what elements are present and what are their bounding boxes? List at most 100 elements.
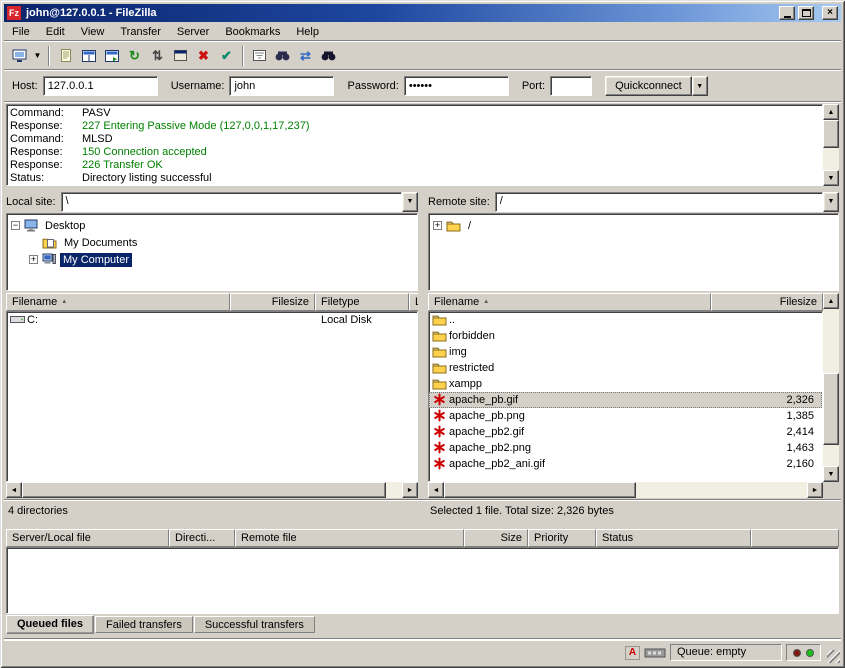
scroll-up-button[interactable]: ▲ [823, 293, 839, 309]
username-input[interactable] [229, 76, 334, 96]
scroll-up-button[interactable]: ▲ [823, 104, 839, 120]
scrollbar-thumb[interactable] [823, 373, 839, 445]
maximize-button[interactable] [798, 6, 814, 20]
expand-expander[interactable]: + [29, 255, 38, 264]
menu-server[interactable]: Server [169, 24, 217, 40]
quickconnect-dropdown-button[interactable]: ▼ [692, 76, 708, 96]
tab-queued-files[interactable]: Queued files [6, 615, 94, 634]
file-name: restricted [449, 362, 712, 374]
folder-icon [429, 313, 449, 328]
status-bar: A Queue: empty [4, 640, 841, 664]
remote-file-row[interactable]: apache_pb2.gif 2,414 [429, 424, 822, 440]
site-manager-dropdown-button[interactable]: ▼ [31, 45, 44, 67]
resize-grip[interactable] [827, 650, 840, 663]
scrollbar-thumb[interactable] [22, 482, 386, 498]
disconnect-button[interactable]: ✔ [215, 45, 238, 67]
column-header-filename[interactable]: Filename▲ [428, 293, 711, 311]
remote-list-scrollbar[interactable]: ▲ ▼ [823, 293, 839, 482]
tab-failed-transfers[interactable]: Failed transfers [95, 616, 193, 633]
scroll-left-button[interactable]: ◄ [6, 482, 22, 498]
minimize-button[interactable] [779, 6, 795, 20]
process-queue-button[interactable] [169, 45, 192, 67]
remote-file-row[interactable]: apache_pb.png 1,385 [429, 408, 822, 424]
menu-transfer[interactable]: Transfer [112, 24, 169, 40]
tree-item-root[interactable]: + / [431, 217, 836, 234]
cancel-icon: ✖ [198, 49, 209, 62]
local-file-row[interactable]: C: Local Disk [7, 312, 417, 328]
site-manager-button[interactable] [8, 45, 31, 67]
desktop-icon [24, 219, 38, 232]
log-scrollbar[interactable]: ▲ ▼ [823, 104, 839, 186]
port-input[interactable] [550, 76, 592, 96]
scrollbar-thumb[interactable] [444, 482, 636, 498]
filter-button[interactable] [248, 45, 271, 67]
toggle-local-tree-button[interactable] [77, 45, 100, 67]
find-files-button[interactable] [317, 45, 340, 67]
scroll-down-button[interactable]: ▼ [823, 170, 839, 186]
column-header-direction[interactable]: Directi... [169, 529, 235, 547]
transfer-queue-list[interactable] [6, 547, 839, 614]
message-log-text[interactable]: Command:PASV Response:227 Entering Passi… [6, 104, 823, 186]
toggle-message-log-button[interactable] [54, 45, 77, 67]
column-header-filesize[interactable]: Filesize [711, 293, 823, 311]
toggle-remote-tree-button[interactable] [100, 45, 123, 67]
menu-edit[interactable]: Edit [38, 24, 73, 40]
remote-file-row[interactable]: img [429, 344, 822, 360]
password-input[interactable] [404, 76, 509, 96]
column-header-priority[interactable]: Priority [528, 529, 596, 547]
local-site-dropdown-button[interactable]: ▼ [402, 192, 418, 212]
pane-splitter[interactable] [420, 190, 426, 522]
remote-file-row[interactable]: xampp [429, 376, 822, 392]
column-header-filesize[interactable]: Filesize [230, 293, 315, 311]
remote-site-combobox[interactable]: / ▼ [495, 192, 839, 212]
remote-file-list[interactable]: .. forbidden img restricted xampp apache… [428, 311, 823, 482]
menu-bookmarks[interactable]: Bookmarks [217, 24, 288, 40]
remote-site-value[interactable]: / [495, 192, 823, 212]
column-header-server-local-file[interactable]: Server/Local file [6, 529, 169, 547]
host-input[interactable] [43, 76, 158, 96]
toggle-queue-button[interactable]: ⇅ [146, 45, 169, 67]
folder-icon [429, 345, 449, 360]
local-file-list[interactable]: C: Local Disk [6, 311, 418, 482]
column-header-filetype[interactable]: Filetype [315, 293, 409, 311]
local-site-value[interactable]: \ [61, 192, 402, 212]
remote-file-row[interactable]: apache_pb2.png 1,463 [429, 440, 822, 456]
refresh-button[interactable]: ↻ [123, 45, 146, 67]
local-list-hscrollbar[interactable]: ◄ ► [6, 482, 418, 498]
column-header-size[interactable]: Size [464, 529, 528, 547]
scroll-down-button[interactable]: ▼ [823, 466, 839, 482]
remote-file-row[interactable]: restricted [429, 360, 822, 376]
collapse-expander[interactable]: − [11, 221, 20, 230]
tree-item-desktop[interactable]: − Desktop [9, 217, 415, 234]
sync-browsing-button[interactable]: ⇄ [294, 45, 317, 67]
tree-item-label: My Documents [61, 236, 140, 250]
remote-file-row[interactable]: forbidden [429, 328, 822, 344]
scrollbar-thumb[interactable] [823, 120, 839, 148]
title-bar[interactable]: Fz john@127.0.0.1 - FileZilla × [4, 4, 841, 22]
remote-list-hscrollbar[interactable]: ◄ ► [428, 482, 823, 498]
scroll-left-button[interactable]: ◄ [428, 482, 444, 498]
column-header-remote-file[interactable]: Remote file [235, 529, 464, 547]
scroll-right-button[interactable]: ► [402, 482, 418, 498]
tree-item-my-documents[interactable]: My Documents [9, 234, 415, 251]
cancel-operation-button[interactable]: ✖ [192, 45, 215, 67]
expand-expander[interactable]: + [433, 221, 442, 230]
menu-view[interactable]: View [73, 24, 113, 40]
remote-site-dropdown-button[interactable]: ▼ [823, 192, 839, 212]
close-button[interactable]: × [822, 6, 838, 20]
compare-directories-button[interactable] [271, 45, 294, 67]
column-header-status[interactable]: Status [596, 529, 751, 547]
remote-file-row-selected[interactable]: apache_pb.gif 2,326 [429, 392, 822, 408]
tree-item-my-computer[interactable]: + My Computer [9, 251, 415, 268]
queue-splitter[interactable] [4, 521, 841, 529]
menu-file[interactable]: File [4, 24, 38, 40]
quickconnect-button[interactable]: Quickconnect [605, 76, 692, 96]
column-header-last-modified[interactable]: L [409, 293, 418, 311]
local-site-combobox[interactable]: \ ▼ [61, 192, 418, 212]
menu-help[interactable]: Help [288, 24, 327, 40]
tab-successful-transfers[interactable]: Successful transfers [194, 616, 315, 633]
remote-file-row[interactable]: apache_pb2_ani.gif 2,160 [429, 456, 822, 472]
column-header-filename[interactable]: Filename▲ [6, 293, 230, 311]
scroll-right-button[interactable]: ► [807, 482, 823, 498]
remote-file-row[interactable]: .. [429, 312, 822, 328]
